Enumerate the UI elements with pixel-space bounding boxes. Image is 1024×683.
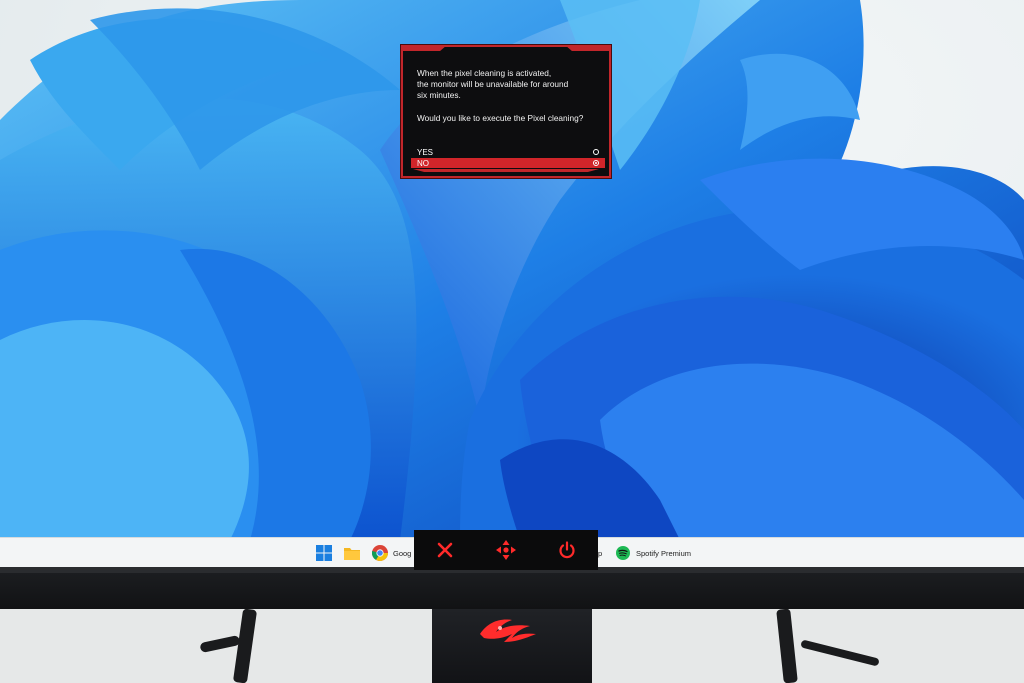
osd-option-label: YES — [417, 147, 434, 157]
taskbar-item-label: p — [598, 548, 603, 558]
osd-frame-accent — [401, 45, 447, 51]
file-explorer-icon[interactable] — [344, 544, 360, 562]
radio-unselected-icon — [593, 149, 599, 155]
osd-option-label: NO — [417, 158, 429, 168]
monitor-arm — [232, 609, 258, 683]
radio-selected-icon — [593, 160, 599, 166]
taskbar-item-partial[interactable]: p — [598, 544, 602, 562]
osd-frame-accent — [413, 169, 599, 172]
osd-frame-accent — [565, 45, 611, 51]
osd-option-yes[interactable]: YES — [411, 147, 605, 157]
osd-message: When the pixel cleaning is activated, th… — [417, 68, 603, 135]
close-key[interactable] — [434, 539, 456, 561]
chrome-taskbar-item[interactable]: Goog — [372, 544, 411, 562]
power-key[interactable] — [556, 539, 578, 561]
power-icon — [559, 541, 575, 559]
close-x-icon — [437, 542, 452, 558]
monitor-osd-keys — [414, 530, 598, 570]
spotify-taskbar-item[interactable]: Spotify Premium — [616, 544, 691, 562]
pixel-cleaning-osd-dialog: When the pixel cleaning is activated, th… — [401, 45, 611, 178]
spotify-icon — [616, 546, 630, 560]
taskbar-item-label: Goog — [393, 548, 412, 558]
osd-message-line: When the pixel cleaning is activated, — [417, 68, 552, 78]
navigation-key[interactable] — [495, 539, 517, 561]
navigation-joystick-icon — [495, 540, 516, 560]
monitor-bezel — [0, 567, 1024, 609]
cable — [199, 634, 241, 654]
osd-message-line: six minutes. — [417, 90, 461, 101]
rog-logo — [480, 619, 536, 642]
taskbar-item-label: Spotify Premium — [636, 548, 692, 558]
cable — [800, 639, 880, 667]
osd-option-no[interactable]: NO — [411, 158, 605, 168]
chrome-icon — [372, 545, 388, 561]
monitor-arm — [776, 609, 798, 683]
osd-question: Would you like to execute the Pixel clea… — [417, 112, 584, 123]
windows-start-icon[interactable] — [316, 544, 332, 562]
osd-message-line: the monitor will be unavailable for arou… — [417, 79, 569, 90]
